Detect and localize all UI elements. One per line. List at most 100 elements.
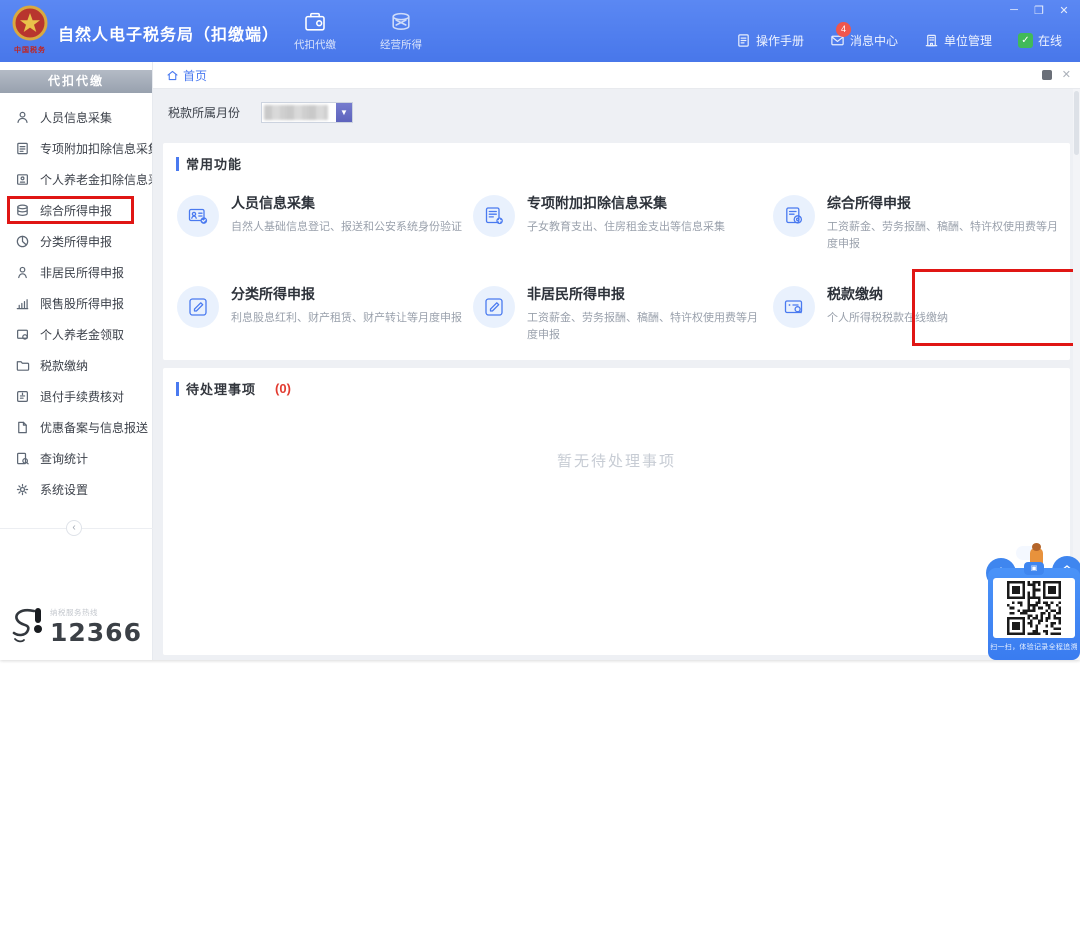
maximize-button[interactable]: ❐ (1033, 4, 1045, 17)
minimize-button[interactable]: ─ (1008, 4, 1020, 17)
tax-month-label: 税款所属月份 (168, 104, 240, 121)
function-card-5[interactable]: 税款缴纳个人所得税税款在线缴纳 (773, 284, 1070, 356)
tax-month-value-redacted (262, 103, 336, 122)
hotline-block: 纳税服务热线 12366 (10, 606, 142, 648)
org-icon (924, 33, 939, 48)
tax-month-filter: 税款所属月份 ▼ (168, 102, 353, 123)
sidebar-item-9[interactable]: 退付手续费核对 (0, 381, 152, 412)
sidebar-item-5[interactable]: 非居民所得申报 (0, 257, 152, 288)
pending-items-panel: 待处理事项 (0) 暂无待处理事项 (163, 368, 1070, 655)
pending-items-title: 待处理事项 (186, 379, 256, 398)
qr-promo-widget: ▣ 扫一扫，体验记录全程追溯 (988, 546, 1080, 660)
section-accent-bar (176, 157, 179, 171)
user-icon (15, 110, 30, 125)
sidebar-item-10[interactable]: 优惠备案与信息报送 (0, 412, 152, 443)
card-coin-icon (15, 327, 30, 342)
tax-emblem-logo: 中国税务 (7, 4, 53, 60)
sidebar-item-3[interactable]: 综合所得申报 (0, 195, 152, 226)
section-accent-bar (176, 382, 179, 396)
edit-icon (177, 286, 219, 328)
chevron-down-icon[interactable]: ▼ (336, 103, 352, 122)
user2-icon (15, 265, 30, 280)
wallet-icon (303, 10, 327, 34)
nav-business-income[interactable]: 经营所得 (369, 10, 433, 52)
sidebar-item-label: 个人养老金领取 (40, 326, 124, 343)
function-card-1[interactable]: 专项附加扣除信息采集子女教育支出、住房租金支出等信息采集 (473, 193, 773, 265)
qr-code (993, 578, 1075, 638)
emblem-caption: 中国税务 (7, 45, 53, 55)
sidebar-collapse-button[interactable]: ‹ (66, 520, 82, 536)
sidebar-item-label: 限售股所得申报 (40, 295, 124, 312)
empty-state-text: 暂无待处理事项 (163, 450, 1070, 471)
chart-icon (15, 296, 30, 311)
checklist-icon (15, 141, 30, 156)
sidebar-item-label: 专项附加扣除信息采集 (40, 140, 152, 157)
manual-button[interactable]: 操作手册 (736, 32, 804, 49)
common-functions-title: 常用功能 (186, 154, 242, 173)
card-description: 子女教育支出、住房租金支出等信息采集 (527, 219, 725, 236)
sidebar-item-11[interactable]: 查询统计 (0, 443, 152, 474)
sidebar-item-label: 退付手续费核对 (40, 388, 124, 405)
manual-icon (736, 33, 751, 48)
common-functions-panel: 常用功能 人员信息采集自然人基础信息登记、报送和公安系统身份验证专项附加扣除信息… (163, 143, 1070, 360)
sidebar-item-4[interactable]: 分类所得申报 (0, 226, 152, 257)
sidebar-menu: 人员信息采集专项附加扣除信息采集个人养老金扣除信息采集综合所得申报分类所得申报非… (0, 93, 152, 505)
card-title: 人员信息采集 (231, 193, 462, 213)
qr-tab-icon: ▣ (1024, 562, 1044, 575)
card-description: 工资薪金、劳务报酬、稿酬、特许权使用费等月度申报 (827, 219, 1064, 253)
unit-management-button[interactable]: 单位管理 (924, 32, 992, 49)
function-card-0[interactable]: 人员信息采集自然人基础信息登记、报送和公安系统身份验证 (177, 193, 473, 265)
pay-icon (773, 286, 815, 328)
sidebar-item-1[interactable]: 专项附加扣除信息采集 (0, 133, 152, 164)
sidebar-item-8[interactable]: 税款缴纳 (0, 350, 152, 381)
app-window: 中国税务 自然人电子税务局（扣缴端） 代扣代缴 经营所得 操作手册 4 消息中心 (0, 0, 1080, 660)
tab-home[interactable]: 首页 (166, 62, 207, 89)
card-description: 工资薪金、劳务报酬、稿酬、特许权使用费等月度申报 (527, 310, 767, 344)
main-content: 税款所属月份 ▼ 常用功能 人员信息采集自然人基础信息登记、报送和公安系统身份验… (153, 89, 1080, 660)
window-controls: ─ ❐ ✕ (1008, 4, 1070, 17)
tab-options-icon[interactable] (1042, 70, 1052, 80)
online-check-icon: ✓ (1018, 33, 1033, 48)
close-button[interactable]: ✕ (1058, 4, 1070, 17)
card-title: 专项附加扣除信息采集 (527, 193, 725, 213)
card-title: 税款缴纳 (827, 284, 948, 304)
online-status[interactable]: ✓ 在线 (1018, 32, 1062, 49)
doc-icon (15, 420, 30, 435)
report-icon (773, 195, 815, 237)
function-card-2[interactable]: 综合所得申报工资薪金、劳务报酬、稿酬、特许权使用费等月度申报 (773, 193, 1070, 265)
sidebar-item-label: 查询统计 (40, 450, 88, 467)
header-nav: 代扣代缴 经营所得 (283, 10, 433, 52)
nav-withholding[interactable]: 代扣代缴 (283, 10, 347, 52)
message-badge: 4 (836, 22, 851, 37)
app-title: 自然人电子税务局（扣缴端） (58, 21, 279, 45)
tab-close-icon[interactable]: ✕ (1062, 68, 1071, 81)
message-center-button[interactable]: 4 消息中心 (830, 32, 898, 49)
sidebar-item-0[interactable]: 人员信息采集 (0, 102, 152, 133)
sidebar-item-label: 税款缴纳 (40, 357, 88, 374)
tab-bar: 首页 ✕ (153, 62, 1080, 89)
tax-month-select[interactable]: ▼ (261, 102, 353, 123)
card-minus-icon (15, 172, 30, 187)
sidebar-item-label: 系统设置 (40, 481, 88, 498)
gear-icon (15, 482, 30, 497)
stack-icon (15, 203, 30, 218)
pending-count: (0) (275, 381, 291, 396)
sidebar-item-label: 非居民所得申报 (40, 264, 124, 281)
hotline-label: 纳税服务热线 (50, 607, 142, 618)
sidebar-item-12[interactable]: 系统设置 (0, 474, 152, 505)
card-title: 分类所得申报 (231, 284, 462, 304)
folder-icon (15, 358, 30, 373)
card-description: 利息股息红利、财产租赁、财产转让等月度申报 (231, 310, 462, 327)
edit-icon (473, 286, 515, 328)
qr-panel: ▣ 扫一扫，体验记录全程追溯 (988, 568, 1080, 660)
sidebar-item-2[interactable]: 个人养老金扣除信息采集 (0, 164, 152, 195)
card-title: 综合所得申报 (827, 193, 1064, 213)
sidebar-item-7[interactable]: 个人养老金领取 (0, 319, 152, 350)
sidebar-item-label: 个人养老金扣除信息采集 (40, 171, 152, 188)
function-card-3[interactable]: 分类所得申报利息股息红利、财产租赁、财产转让等月度申报 (177, 284, 473, 356)
function-card-4[interactable]: 非居民所得申报工资薪金、劳务报酬、稿酬、特许权使用费等月度申报 (473, 284, 773, 356)
home-icon (166, 69, 179, 82)
form-icon (473, 195, 515, 237)
drum-icon (389, 10, 413, 34)
sidebar-item-6[interactable]: 限售股所得申报 (0, 288, 152, 319)
